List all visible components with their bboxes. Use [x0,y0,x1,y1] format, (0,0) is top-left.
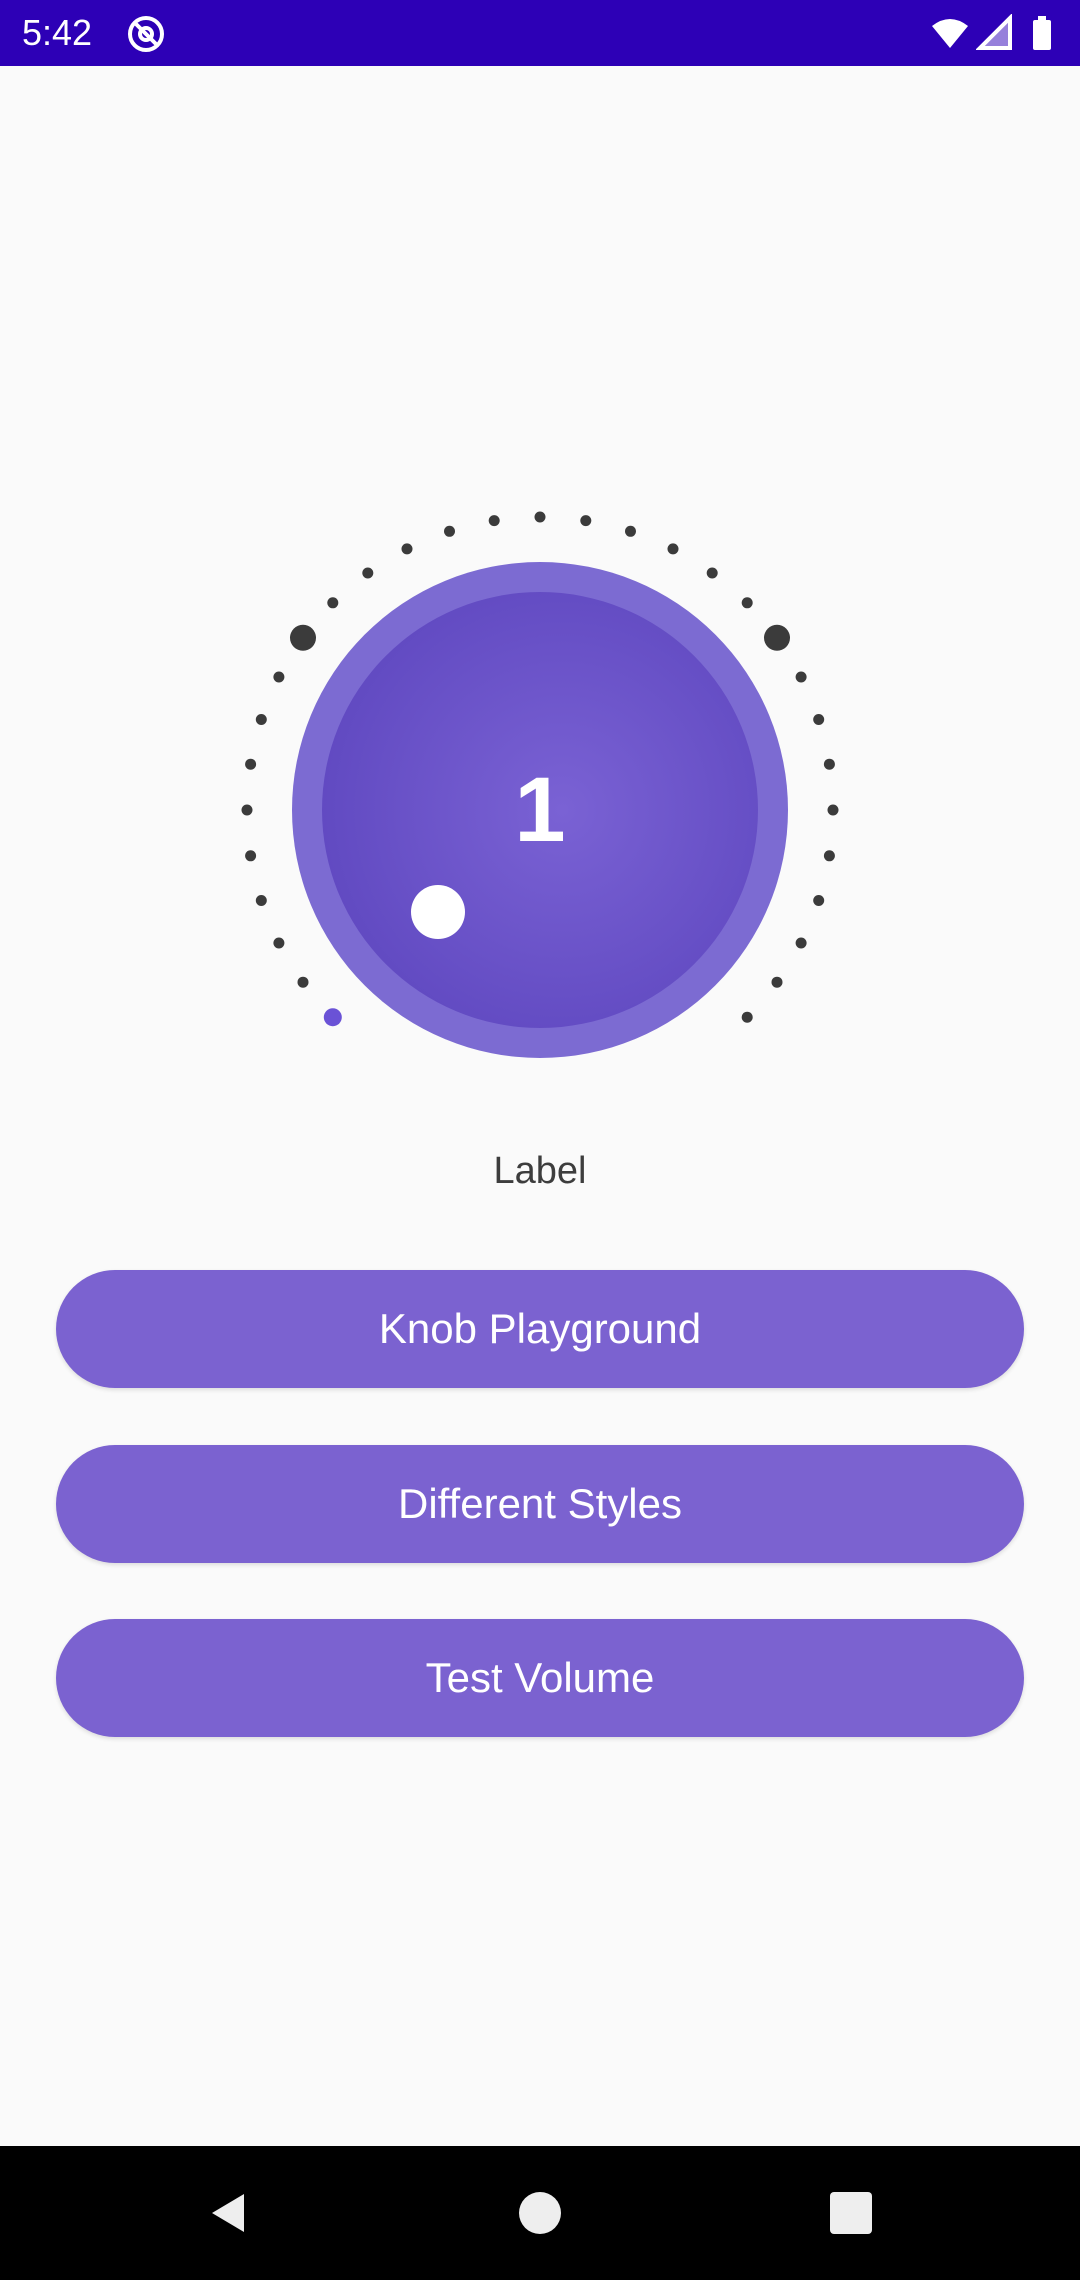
status-bar: 5:42 [0,0,1080,66]
navigation-bar [0,2146,1080,2280]
knob-tick [667,543,679,555]
knob-tick [297,976,309,988]
knob-label: Label [493,1150,587,1192]
knob-tick [273,937,285,949]
knob-tick [241,804,253,816]
knob-tick [741,597,753,609]
battery-icon [1033,16,1051,50]
knob-tick [625,525,636,537]
knob-indicator[interactable] [411,885,465,939]
cell-signal-icon [976,14,1012,50]
knob-tick [401,543,413,555]
knob-tick [362,567,374,579]
knob-tick [488,515,500,527]
at-sign-circle-icon [126,14,166,54]
knob-tick [327,597,339,609]
knob-tick [255,714,267,725]
knob-tick [827,804,839,816]
knob-face [322,592,758,1028]
status-time: 5:42 [22,12,93,53]
knob-tick [771,976,783,988]
home-circle-icon[interactable] [519,2192,561,2234]
knob-tick [795,671,807,683]
knob-playground-button[interactable]: Knob Playground [56,1270,1024,1388]
knob-tick [255,895,267,906]
knob-tick [273,671,285,683]
knob-tick [813,895,825,906]
knob-tick [795,937,807,949]
knob-tick [580,515,592,527]
test-volume-button[interactable]: Test Volume [56,1619,1024,1737]
status-icons [930,14,1060,54]
recents-square-icon[interactable] [830,2192,872,2234]
different-styles-button[interactable]: Different Styles [56,1445,1024,1563]
knob-tick [823,758,835,770]
knob-major-tick [290,624,316,651]
knob-major-tick [764,624,790,651]
knob-tick [741,1011,753,1023]
back-triangle-icon[interactable] [204,2188,254,2238]
knob-tick [823,850,835,862]
knob-tick [245,850,257,862]
knob-tick [813,714,825,725]
knob-tick [444,525,455,537]
knob-tick [706,567,718,579]
knob-tick [534,511,546,523]
knob[interactable] [230,500,850,1120]
wifi-icon [932,19,968,48]
knob-active-dot [323,1008,342,1027]
knob-tick [245,758,257,770]
